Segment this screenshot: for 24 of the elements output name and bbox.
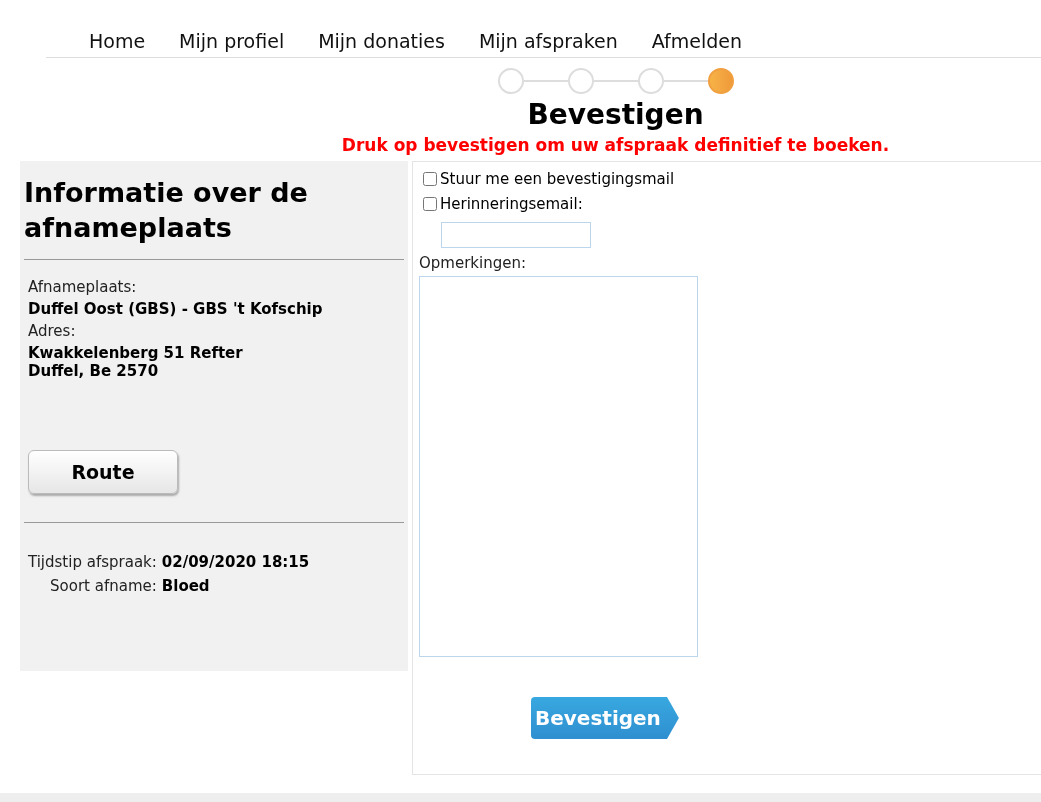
remarks-label: Opmerkingen: (419, 254, 527, 272)
address-line: Duffel, Be 2570 (28, 362, 159, 381)
route-button[interactable]: Route (28, 450, 178, 495)
nav-link[interactable]: Mijn profiel (179, 30, 285, 52)
checkbox[interactable] (423, 197, 437, 211)
checkbox[interactable] (423, 172, 437, 186)
info-heading: Informatie over de afnameplaats (24, 176, 309, 246)
address-label: Adres: (28, 322, 77, 341)
address-line: Kwakkelenberg 51 Refter (28, 344, 243, 363)
nav-link[interactable]: Mijn afspraken (478, 30, 618, 52)
place-label: Afnameplaats: (28, 278, 138, 297)
checkbox-label: Herinneringsemail: (440, 195, 583, 213)
reminder-email-field[interactable] (441, 222, 591, 248)
nav-link[interactable]: Afmelden (651, 30, 743, 52)
page-title: Bevestigen (526, 98, 705, 131)
detail-label: Tijdstip afspraak: (28, 553, 157, 572)
detail-value: 02/09/2020 18:15 (161, 553, 310, 572)
place-name: Duffel Oost (GBS) - GBS 't Kofschip (28, 300, 324, 319)
checkbox-label: Stuur me een bevestigingsmail (440, 170, 675, 188)
detail-label: Soort afname: (49, 577, 157, 596)
nav-link[interactable]: Home (89, 30, 146, 52)
instruction-text: Druk op bevestigen om uw afspraak definitief te boeken. (340, 135, 891, 155)
detail-value: Bloed (161, 577, 211, 596)
nav-link[interactable]: Mijn donaties (318, 30, 445, 52)
